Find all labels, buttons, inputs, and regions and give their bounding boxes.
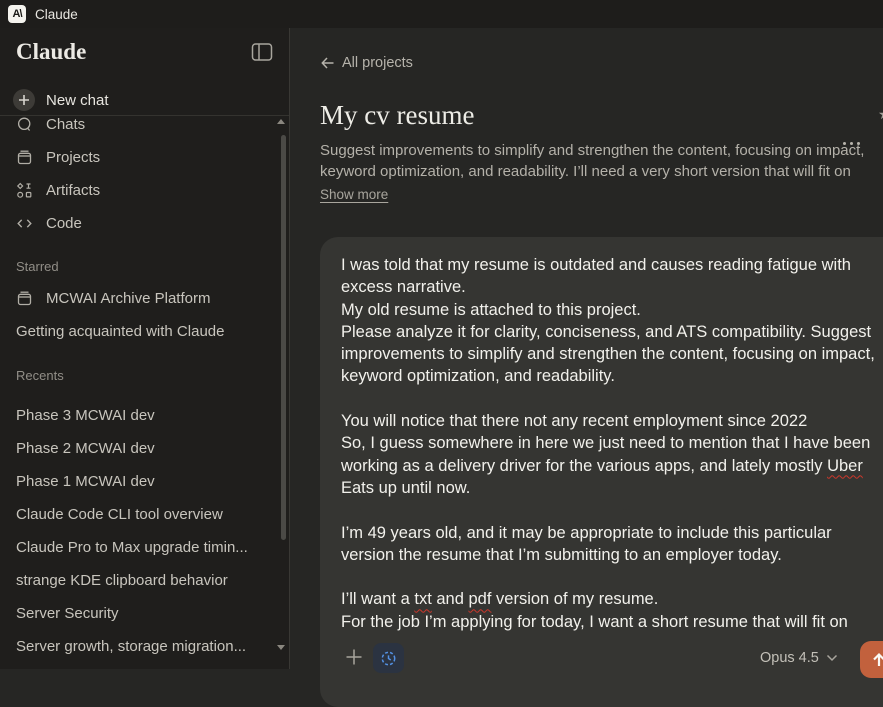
starred-item-label: MCWAI Archive Platform	[46, 290, 210, 307]
recents-section-label: Recents	[16, 368, 64, 383]
sidebar-item-label: Projects	[46, 149, 100, 166]
recent-item-label: strange KDE clipboard behavior	[16, 572, 228, 589]
star-icon-partial[interactable]: ★	[878, 106, 883, 123]
app-titlebar: A\ Claude	[0, 0, 883, 28]
sidebar: Claude New chat Chats Projects	[0, 28, 290, 669]
recent-item-label: Phase 3 MCWAI dev	[16, 407, 155, 424]
sidebar-recent-item[interactable]: Server growth, storage migration...	[0, 630, 282, 663]
back-arrow-icon	[320, 56, 335, 70]
claude-app-icon: A\	[8, 5, 26, 23]
sidebar-recent-item[interactable]: Phase 3 MCWAI dev	[0, 399, 282, 432]
sidebar-item-projects[interactable]: Projects	[0, 141, 282, 174]
composer-message-input[interactable]: I was told that my resume is outdated an…	[341, 254, 883, 633]
back-link-label: All projects	[342, 55, 413, 71]
chats-icon	[16, 116, 33, 133]
sidebar-starred-list: MCWAI Archive Platform Getting acquainte…	[0, 282, 282, 348]
show-more-link[interactable]: Show more	[320, 187, 388, 202]
sidebar-recent-item[interactable]: Server Security	[0, 597, 282, 630]
sidebar-item-artifacts[interactable]: Artifacts	[0, 174, 282, 207]
sidebar-nav: Chats Projects Artifacts Code	[0, 108, 282, 240]
sidebar-recent-item[interactable]: Claude Pro to Max upgrade timin...	[0, 531, 282, 564]
clock-icon	[380, 650, 397, 667]
plus-icon	[344, 647, 364, 667]
sidebar-item-code[interactable]: Code	[0, 207, 282, 240]
recent-item-label: Phase 1 MCWAI dev	[16, 473, 155, 490]
recent-item-label: Claude Code CLI tool overview	[16, 506, 223, 523]
recent-item-label: Server growth, storage migration...	[16, 638, 246, 655]
panel-left-icon	[251, 42, 273, 62]
collapse-sidebar-button[interactable]	[251, 42, 275, 63]
sidebar-item-chats[interactable]: Chats	[0, 108, 282, 141]
sidebar-item-label: Code	[46, 215, 82, 232]
sidebar-recent-item[interactable]: Phase 1 MCWAI dev	[0, 465, 282, 498]
chevron-down-icon	[826, 654, 838, 662]
scrollbar-down-icon[interactable]	[277, 645, 285, 650]
sidebar-scrollbar-thumb[interactable]	[281, 135, 286, 540]
recent-item-label: Claude Pro to Max upgrade timin...	[16, 539, 248, 556]
sidebar-recents-list: Phase 3 MCWAI dev Phase 2 MCWAI dev Phas…	[0, 399, 282, 663]
claude-wordmark[interactable]: Claude	[16, 39, 86, 65]
sidebar-starred-project[interactable]: MCWAI Archive Platform	[0, 282, 282, 315]
model-selector[interactable]: Opus 4.5	[760, 647, 838, 669]
project-title: My cv resume	[320, 100, 474, 131]
sidebar-starred-chat[interactable]: Getting acquainted with Claude	[0, 315, 282, 348]
project-description: Suggest improvements to simplify and str…	[320, 141, 883, 183]
projects-icon	[16, 149, 33, 166]
code-icon	[16, 215, 33, 232]
sidebar-recent-item[interactable]: Claude Code CLI tool overview	[0, 498, 282, 531]
sidebar-item-label: Artifacts	[46, 182, 100, 199]
new-chat-label: New chat	[46, 92, 109, 109]
app-title: Claude	[35, 7, 78, 22]
sidebar-recent-item[interactable]: strange KDE clipboard behavior	[0, 564, 282, 597]
recent-item-label: Server Security	[16, 605, 119, 622]
project-icon	[16, 290, 33, 307]
model-label: Opus 4.5	[760, 650, 819, 666]
sidebar-item-label: Chats	[46, 116, 85, 133]
starred-item-label: Getting acquainted with Claude	[16, 323, 224, 340]
scrollbar-up-icon[interactable]	[277, 119, 285, 124]
arrow-up-icon	[870, 651, 883, 669]
attach-button[interactable]	[344, 647, 364, 667]
artifacts-icon	[16, 182, 33, 199]
composer-card: I was told that my resume is outdated an…	[320, 237, 883, 707]
starred-section-label: Starred	[16, 259, 59, 274]
recent-item-label: Phase 2 MCWAI dev	[16, 440, 155, 457]
back-to-projects-link[interactable]: All projects	[320, 55, 413, 71]
send-button[interactable]	[860, 641, 883, 678]
sidebar-recent-item[interactable]: Phase 2 MCWAI dev	[0, 432, 282, 465]
main-content: All projects My cv resume ★ Suggest impr…	[290, 28, 883, 669]
